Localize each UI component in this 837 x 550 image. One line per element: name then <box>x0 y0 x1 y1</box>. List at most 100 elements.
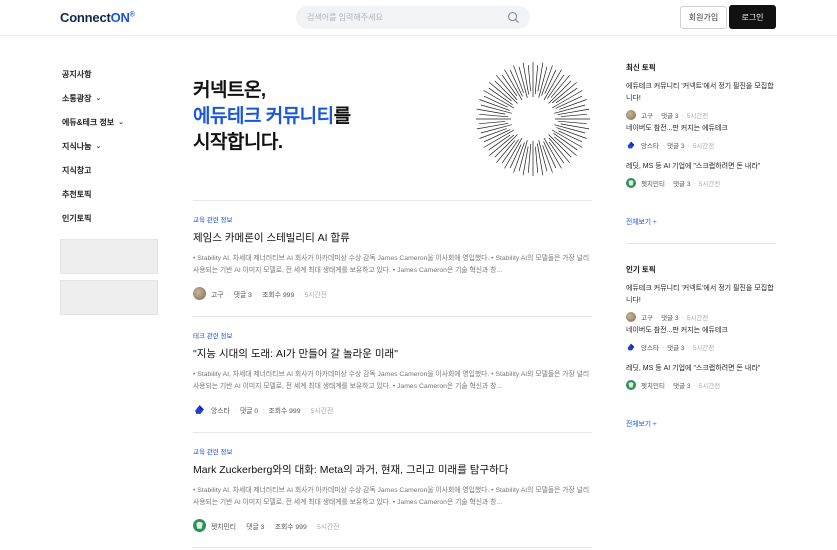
meta-separator: · <box>304 406 307 413</box>
topic-comments: 댓글 3 <box>673 383 691 390</box>
signup-button[interactable]: 회원가입 <box>680 6 727 29</box>
nav-item[interactable]: 소통광장 ⌄ <box>62 86 162 110</box>
sunburst-ray <box>536 143 544 176</box>
sunburst-ray <box>557 108 590 116</box>
nav-item-label: 인기토픽 <box>62 213 92 223</box>
logo-text: ConnectON <box>60 10 130 25</box>
nav-item[interactable]: 에듀&테크 정보 ⌄ <box>62 110 162 134</box>
sunburst-ray <box>489 134 515 156</box>
meta-separator: · <box>233 406 237 413</box>
nav-item[interactable]: 지식나눔 ⌄ <box>62 134 162 158</box>
topic-time: 5시간전 <box>686 315 709 322</box>
hero-line-2-rest: 를 <box>333 106 351 127</box>
banner-ad-2[interactable] <box>60 280 158 315</box>
chevron-down-icon[interactable]: ⌄ <box>95 94 101 102</box>
sunburst-ray <box>480 124 512 134</box>
post-excerpt: • Stability AI, 차세대 제너러티브 AI 회사가 아카데미상 수… <box>193 255 590 274</box>
sunburst-ray <box>522 62 530 95</box>
post-card[interactable]: 테크 관련 정보 "지능 시대의 도래: AI가 만들어 갈 놀라운 미래" • S… <box>193 330 592 416</box>
post-meta: 고구 · 댓글 3 · 조회수 999 · 5시간전 <box>193 287 592 300</box>
avatar <box>193 287 206 300</box>
post-card[interactable]: 교육 관련 정보 제임스 카메론이 스테빌리티 AI 합류 • Stability … <box>193 214 592 300</box>
nav-item[interactable]: 지식창고 <box>62 158 162 182</box>
left-nav: 공지사항 소통광장 ⌄ 에듀&테크 정보 ⌄ 지식나눔 ⌄ 지식창고 추천토픽 인기토픽 <box>62 62 162 230</box>
nav-item-label: 소통광장 <box>62 93 92 103</box>
post-views: 조회수 999 <box>268 407 301 415</box>
topic-meta: 앙스타 · 댓글 3 · 5시간전 <box>626 342 776 352</box>
meta-separator: · <box>227 290 230 297</box>
meta-separator: · <box>661 343 665 351</box>
meta-separator: · <box>693 381 696 389</box>
topic-title: 에듀테크 커뮤니티 '커넥트'에서 정기 필진을 모집합니다! <box>626 83 774 102</box>
banner-ad-1[interactable] <box>60 239 158 274</box>
meta-separator: · <box>310 522 313 529</box>
meta-separator: · <box>655 111 659 119</box>
topic-comments: 댓글 3 <box>673 181 691 188</box>
meta-separator: · <box>661 141 665 149</box>
sunburst-ray <box>554 104 586 114</box>
topic-time: 5시간전 <box>692 143 715 150</box>
connecton-logo[interactable]: ConnectON® <box>60 10 135 25</box>
meta-separator: · <box>262 406 265 413</box>
nav-item[interactable]: 공지사항 <box>62 62 162 86</box>
topic-meta: 젯치민티 · 댓글 3 · 5시간전 <box>626 380 776 390</box>
meta-separator: · <box>687 343 690 351</box>
topic-list: 에듀테크 커뮤니티 '커넥트'에서 정기 필진을 모집합니다! 고구 · 댓글 3 · 5… <box>626 73 776 226</box>
post-category: 교육 관련 정보 <box>193 449 233 456</box>
meta-separator: · <box>240 522 243 529</box>
post-comments: 댓글 3 <box>233 291 252 299</box>
search-icon[interactable] <box>507 11 520 24</box>
view-all-link[interactable]: 전체보기 + <box>626 216 657 226</box>
meta-separator: · <box>268 522 271 529</box>
topic-item[interactable]: 레딧, MS 등 AI 기업에 "스크랩하려면 돈 내라" 젯치민티 · 댓글 3 · 5… <box>626 363 776 390</box>
hero-line-1: 커넥트온, <box>193 80 266 101</box>
feed-divider <box>193 547 592 548</box>
sunburst-ray <box>560 113 587 117</box>
post-card[interactable]: 교육 관련 정보 Mark Zuckerberg와의 대화: Meta의 과거, … <box>193 446 592 532</box>
post-excerpt: • Stability AI, 차세대 제너러티브 AI 회사가 아카데미상 수… <box>193 487 590 506</box>
sunburst-ray <box>538 140 548 172</box>
sunburst-ray <box>551 82 577 104</box>
nav-item[interactable]: 인기토픽 <box>62 206 162 230</box>
topic-comments: 댓글 3 <box>667 143 685 150</box>
sunburst-ray <box>496 140 516 163</box>
search-placeholder: 검색어를 입력해주세요 <box>307 13 383 22</box>
nav-item-label: 공지사항 <box>62 69 92 79</box>
topic-item[interactable]: 네이버도 참전...판 커지는 에듀테크 앙스타 · 댓글 3 · 5시간전 <box>626 123 776 150</box>
topic-item[interactable]: 에듀테크 커뮤니티 '커넥트'에서 정기 필진을 모집합니다! 고구 · 댓글 3 · 5… <box>626 81 776 120</box>
login-button[interactable]: 로그인 <box>729 5 776 29</box>
topic-meta: 고구 · 댓글 3 · 5시간전 <box>626 110 776 120</box>
topic-time: 5시간전 <box>698 383 721 390</box>
sunburst-graphic <box>476 62 590 176</box>
popular-topics: 인기 토픽 에듀테크 커뮤니티 '커넥트'에서 정기 필진을 모집합니다! 고구 · 댓… <box>626 264 776 428</box>
topic-title: 에듀테크 커뮤니티 '커넥트'에서 정기 필진을 모집합니다! <box>626 285 774 304</box>
topic-meta: 고구 · 댓글 3 · 5시간전 <box>626 312 776 322</box>
topic-item[interactable]: 네이버도 참전...판 커지는 에듀테크 앙스타 · 댓글 3 · 5시간전 <box>626 325 776 352</box>
sunburst-ray <box>476 108 506 115</box>
view-all-link[interactable]: 전체보기 + <box>626 418 657 428</box>
chevron-down-icon[interactable]: ⌄ <box>95 142 101 150</box>
post-time: 5시간전 <box>317 523 340 531</box>
post-views: 조회수 999 <box>274 523 307 531</box>
meta-separator: · <box>298 290 301 297</box>
avatar <box>193 519 206 532</box>
right-divider <box>626 243 776 244</box>
post-excerpt: • Stability AI, 차세대 제너러티브 AI 회사가 아카데미상 수… <box>193 371 590 390</box>
sunburst-ray <box>480 104 512 114</box>
feed-divider <box>193 432 592 433</box>
topic-item[interactable]: 에듀테크 커뮤니티 '커넥트'에서 정기 필진을 모집합니다! 고구 · 댓글 3 · 5… <box>626 283 776 322</box>
hero-line-2: 에듀테크 커뮤니티를 <box>193 104 351 130</box>
post-author: 젯치민티 <box>211 523 237 531</box>
sunburst-ray <box>522 146 529 176</box>
sunburst-ray <box>496 75 518 101</box>
topic-time: 5시간전 <box>686 113 709 120</box>
top-header: ConnectON® 검색어를 입력해주세요 회원가입 로그인 <box>0 0 837 36</box>
sunburst-ray <box>537 62 544 92</box>
avatar <box>626 178 636 188</box>
avatar <box>626 312 636 322</box>
topic-author: 젯치민티 <box>641 383 665 390</box>
chevron-down-icon[interactable]: ⌄ <box>118 118 124 126</box>
search-bar[interactable]: 검색어를 입력해주세요 <box>296 6 530 29</box>
topic-item[interactable]: 레딧, MS 등 AI 기업에 "스크랩하려면 돈 내라" 젯치민티 · 댓글 3 · 5… <box>626 161 776 188</box>
nav-item[interactable]: 추천토픽 <box>62 182 162 206</box>
